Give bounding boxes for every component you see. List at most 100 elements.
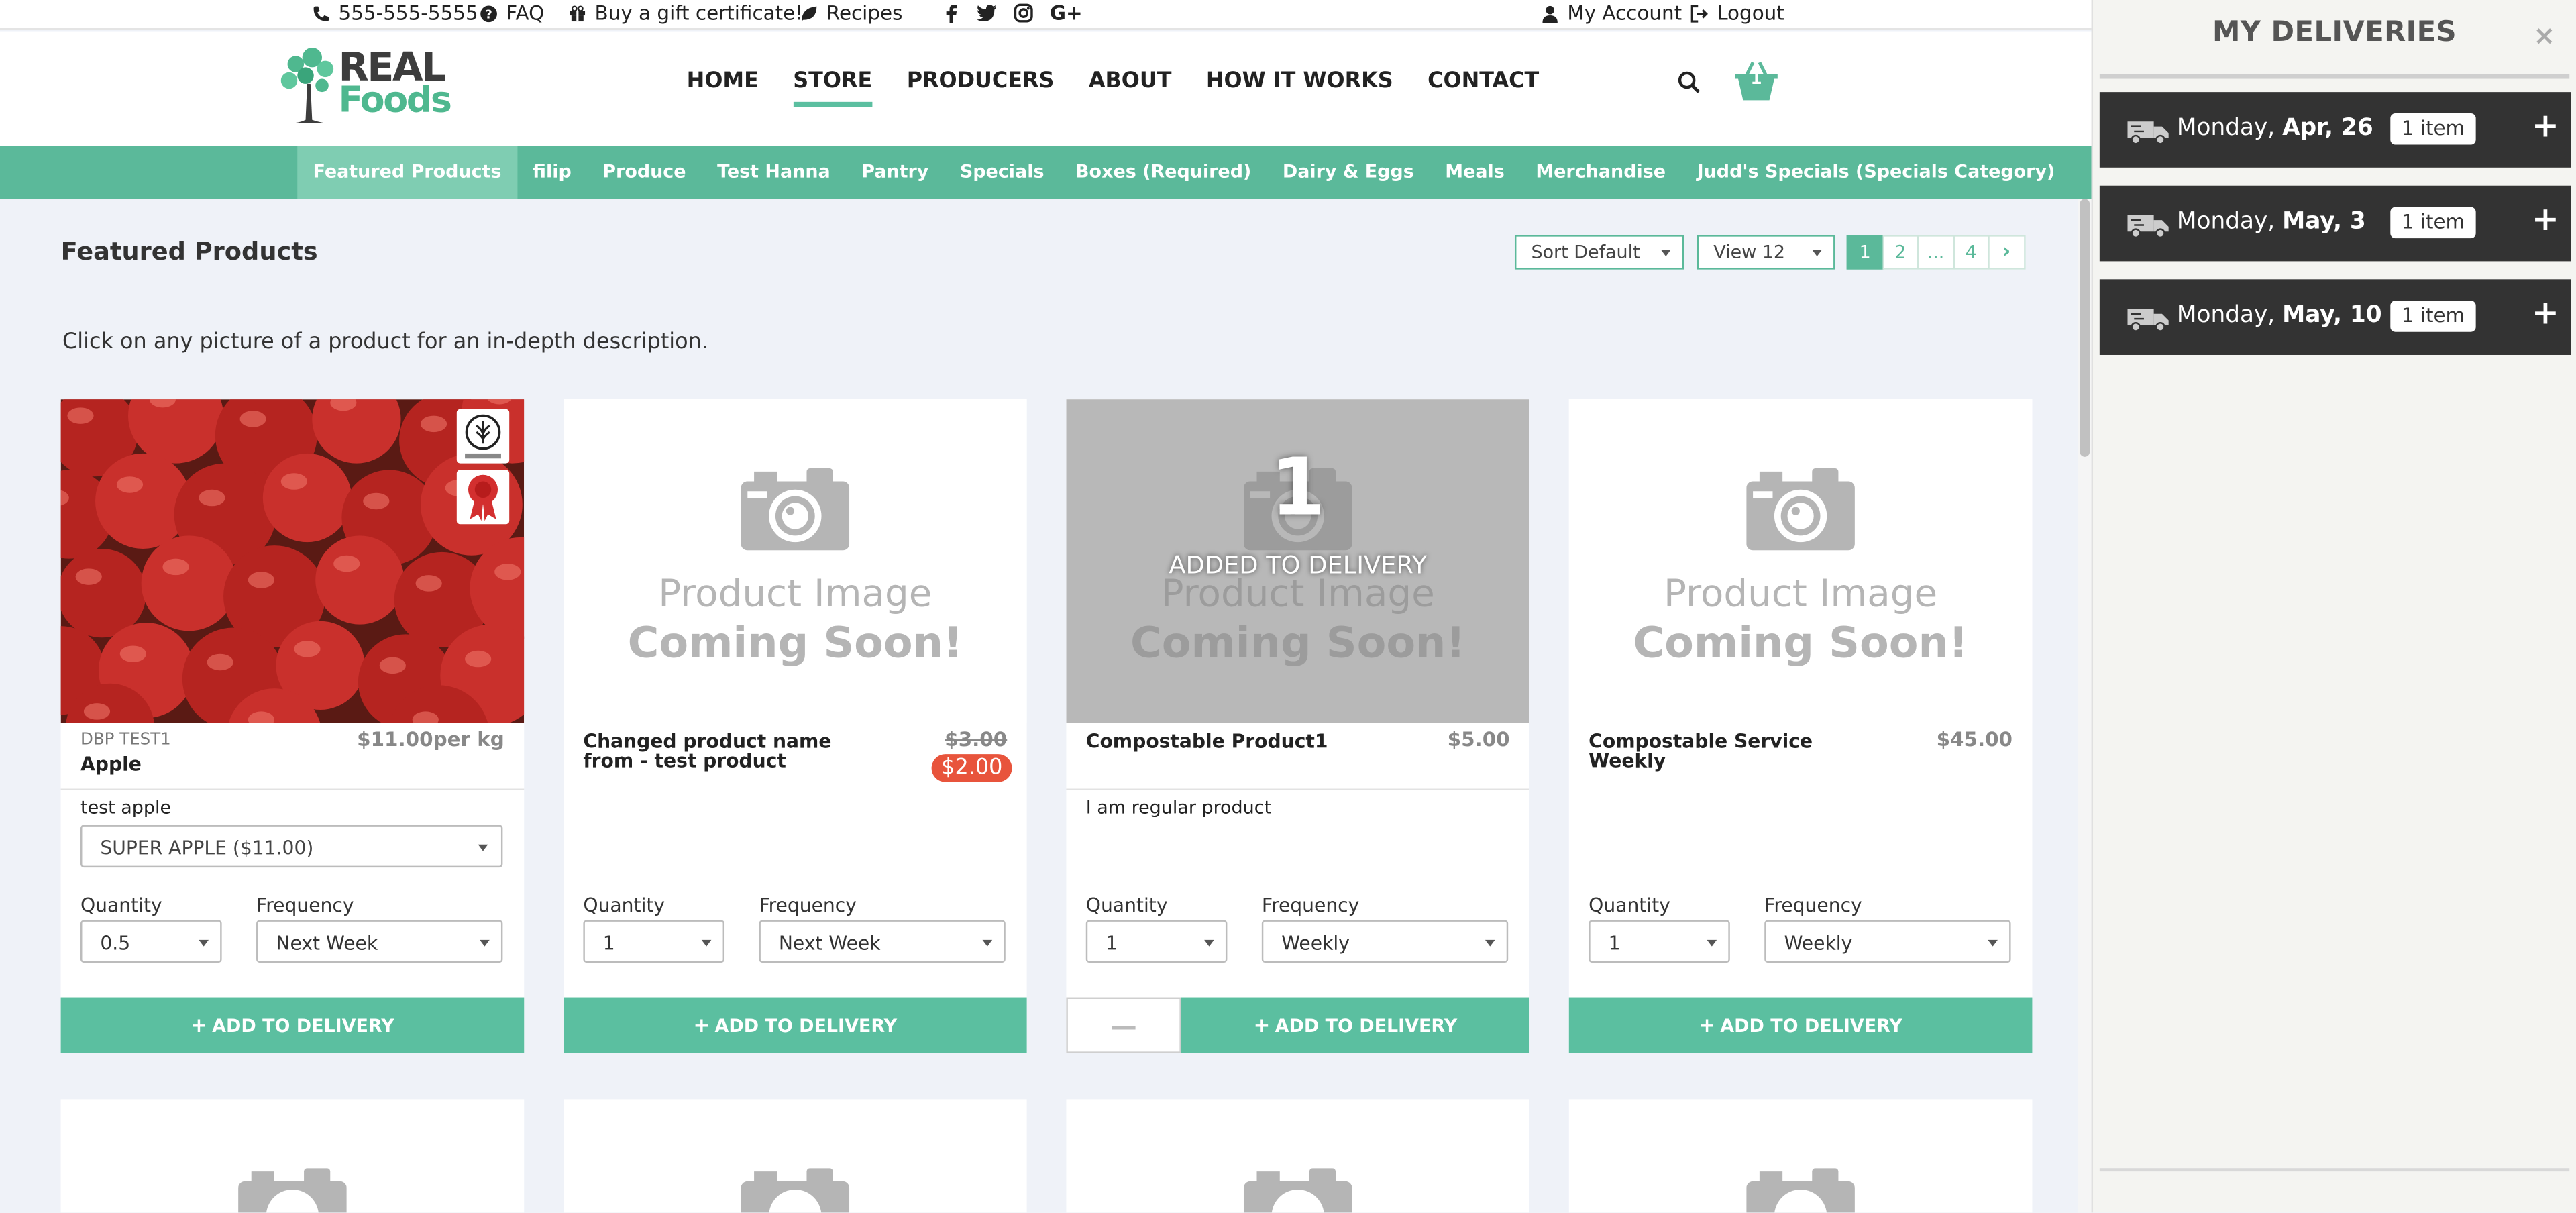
frequency-select-value: Weekly bbox=[1281, 931, 1350, 955]
chevron-down-icon bbox=[1812, 250, 1822, 257]
nav-contact[interactable]: CONTACT bbox=[1428, 69, 1539, 94]
my-account-link[interactable]: My Account bbox=[1541, 1, 1682, 25]
nav-store[interactable]: STORE bbox=[793, 69, 873, 107]
gift-link[interactable]: Buy a gift certificate! bbox=[568, 1, 803, 25]
category-featured-products[interactable]: Featured Products bbox=[297, 146, 517, 199]
category-meals[interactable]: Meals bbox=[1430, 146, 1520, 199]
faq-text: FAQ bbox=[506, 1, 545, 25]
logo[interactable]: REAL Foods bbox=[279, 41, 460, 126]
delivery-date: Monday, May, 10 bbox=[2177, 303, 2382, 329]
frequency-label: Frequency bbox=[1764, 894, 1862, 917]
decrease-button[interactable]: — bbox=[1066, 997, 1181, 1053]
plus-icon: + bbox=[1253, 1014, 1271, 1037]
product-price: $45.00 bbox=[1936, 727, 2013, 751]
category-boxes[interactable]: Boxes (Required) bbox=[1060, 146, 1267, 199]
add-to-delivery-button[interactable]: + ADD TO DELIVERY bbox=[60, 997, 525, 1053]
nav-home[interactable]: HOME bbox=[687, 69, 759, 94]
gluten-free-badge-icon bbox=[456, 409, 510, 464]
quantity-label: Quantity bbox=[1589, 894, 1670, 917]
page-scrollbar-thumb[interactable] bbox=[2080, 199, 2090, 457]
next-page-button[interactable]: › bbox=[1988, 235, 2025, 270]
apple-highlight bbox=[83, 703, 111, 720]
quantity-label: Quantity bbox=[80, 894, 162, 917]
product-image[interactable]: Product Image Coming Soon! bbox=[1568, 399, 2033, 723]
delivery-row[interactable]: Monday, May, 10 1 item + bbox=[2099, 279, 2571, 355]
product-name[interactable]: Compostable Product1 bbox=[1086, 731, 1390, 751]
product-name[interactable]: Changed product name from - test product bbox=[583, 731, 887, 771]
facebook-icon[interactable] bbox=[943, 3, 959, 23]
category-merchandise[interactable]: Merchandise bbox=[1520, 146, 1681, 199]
nav-producers[interactable]: PRODUCERS bbox=[907, 69, 1055, 94]
add-to-delivery-button[interactable]: + ADD TO DELIVERY bbox=[1568, 997, 2033, 1053]
frequency-select[interactable]: Weekly bbox=[1261, 920, 1509, 963]
nav-how-it-works[interactable]: HOW IT WORKS bbox=[1206, 69, 1393, 94]
apple-highlight bbox=[363, 492, 390, 510]
category-produce[interactable]: Produce bbox=[587, 146, 702, 199]
product-image[interactable] bbox=[60, 399, 525, 723]
variant-select[interactable]: SUPER APPLE ($11.00) bbox=[80, 825, 503, 868]
product-image[interactable]: Product Image Coming Soon! 1 ADDED TO DE… bbox=[1066, 399, 1530, 723]
category-test-hanna[interactable]: Test Hanna bbox=[702, 146, 846, 199]
category-dairy-eggs[interactable]: Dairy & Eggs bbox=[1267, 146, 1430, 199]
product-card-partial bbox=[564, 1099, 1027, 1213]
view-select[interactable]: View 12 bbox=[1697, 235, 1835, 270]
frequency-select[interactable]: Next Week bbox=[759, 920, 1006, 963]
google-plus-icon[interactable]: G+ bbox=[1050, 3, 1083, 23]
frequency-select-value: Next Week bbox=[276, 931, 378, 955]
plus-icon: + bbox=[693, 1014, 710, 1037]
quantity-select-value: 1 bbox=[1608, 931, 1621, 955]
category-judds-specials[interactable]: Judd's Specials (Specials Category) bbox=[1681, 146, 2070, 199]
product-card: Product Image Coming Soon! 1 ADDED TO DE… bbox=[1066, 399, 1530, 1053]
close-icon[interactable]: × bbox=[2533, 19, 2555, 51]
sort-select[interactable]: Sort Default bbox=[1514, 235, 1684, 270]
product-name[interactable]: Compostable Service Weekly bbox=[1589, 731, 1892, 771]
frequency-select[interactable]: Next Week bbox=[256, 920, 503, 963]
twitter-icon[interactable] bbox=[976, 3, 998, 23]
added-to-delivery-label: ADDED TO DELIVERY bbox=[1169, 550, 1428, 580]
category-specials[interactable]: Specials bbox=[945, 146, 1060, 199]
recipes-link[interactable]: Recipes bbox=[800, 1, 902, 25]
logo-text-foods: Foods bbox=[338, 81, 452, 122]
phone-text: 555-555-5555 bbox=[338, 1, 478, 25]
add-to-delivery-button[interactable]: + ADD TO DELIVERY bbox=[564, 997, 1027, 1053]
delivery-row[interactable]: Monday, Apr, 26 1 item + bbox=[2099, 92, 2571, 168]
add-to-delivery-button[interactable]: + ADD TO DELIVERY bbox=[1181, 997, 1530, 1053]
expand-plus-icon[interactable]: + bbox=[2532, 199, 2559, 238]
search-icon[interactable] bbox=[1677, 70, 1700, 93]
delivery-date: Monday, Apr, 26 bbox=[2177, 115, 2373, 141]
top-bar: 555-555-5555 ? FAQ Buy a gift certificat… bbox=[0, 0, 2092, 30]
phone-icon bbox=[313, 5, 329, 21]
nav-about[interactable]: ABOUT bbox=[1089, 69, 1172, 94]
delivery-date-value: May, 10 bbox=[2282, 302, 2382, 329]
add-to-delivery-label: ADD TO DELIVERY bbox=[1720, 1014, 1902, 1037]
page-4[interactable]: 4 bbox=[1952, 235, 1990, 270]
page-ellipsis: ... bbox=[1917, 235, 1955, 270]
camera-icon bbox=[741, 1168, 850, 1213]
page-2[interactable]: 2 bbox=[1882, 235, 1919, 270]
expand-plus-icon[interactable]: + bbox=[2532, 293, 2559, 332]
quantity-select[interactable]: 0.5 bbox=[80, 920, 222, 963]
sale-price-badge: $2.00 bbox=[931, 754, 1013, 782]
main-nav: HOME STORE PRODUCERS ABOUT HOW IT WORKS … bbox=[687, 69, 1540, 107]
added-count: 1 bbox=[1270, 441, 1326, 534]
faq-link[interactable]: ? FAQ bbox=[480, 1, 545, 25]
product-image[interactable]: Product Image Coming Soon! bbox=[564, 399, 1027, 723]
category-filip[interactable]: filip bbox=[517, 146, 587, 199]
product-name[interactable]: Apple bbox=[80, 754, 384, 774]
delivery-row[interactable]: Monday, May, 3 1 item + bbox=[2099, 185, 2571, 262]
chevron-down-icon bbox=[199, 939, 209, 947]
category-pantry[interactable]: Pantry bbox=[846, 146, 945, 199]
frequency-select[interactable]: Weekly bbox=[1764, 920, 2011, 963]
quantity-select[interactable]: 1 bbox=[1589, 920, 1730, 963]
page-title: Featured Products bbox=[60, 236, 318, 266]
quantity-select[interactable]: 1 bbox=[1085, 920, 1228, 963]
expand-plus-icon[interactable]: + bbox=[2532, 105, 2559, 145]
quantity-select[interactable]: 1 bbox=[583, 920, 725, 963]
logout-link[interactable]: Logout bbox=[1690, 1, 1784, 25]
delivery-item-count: 1 item bbox=[2390, 113, 2476, 145]
instagram-icon[interactable] bbox=[1014, 3, 1033, 23]
phone-link[interactable]: 555-555-5555 bbox=[312, 1, 478, 25]
page-1[interactable]: 1 bbox=[1846, 235, 1884, 270]
product-original-price: $3.00 bbox=[945, 727, 1008, 751]
product-card-partial bbox=[60, 1099, 525, 1213]
